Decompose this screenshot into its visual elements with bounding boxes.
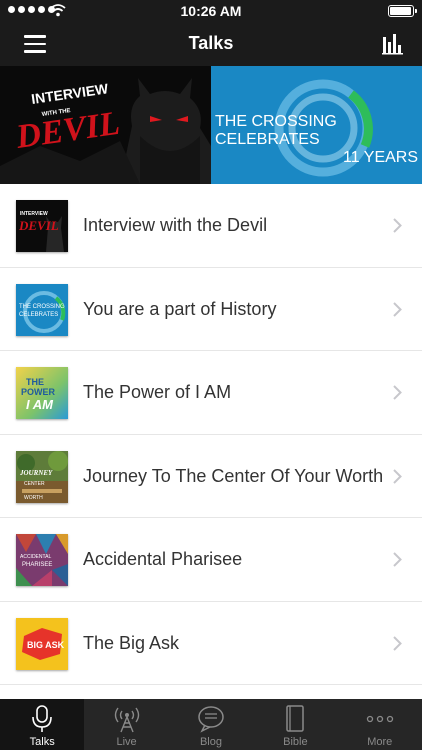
nav-bar: Talks (0, 22, 422, 66)
tab-bible[interactable]: Bible (253, 699, 337, 750)
tab-blog[interactable]: Blog (169, 699, 253, 750)
featured-banner[interactable]: INTERVIEW WITH THE DEVIL THE CROSSING CE… (0, 66, 422, 184)
svg-text:CENTER: CENTER (24, 481, 45, 487)
tab-bar: Talks Live Blog Bible More (0, 699, 422, 750)
tab-label: Bible (283, 736, 308, 748)
chevron-right-icon (393, 552, 402, 567)
svg-text:THE: THE (26, 377, 44, 387)
svg-text:THE CROSSING: THE CROSSING (19, 304, 65, 310)
tab-label: More (367, 736, 393, 748)
chevron-right-icon (393, 218, 402, 233)
talk-title: Accidental Pharisee (83, 549, 243, 569)
tab-more[interactable]: More (338, 699, 422, 750)
chevron-right-icon (393, 468, 402, 484)
svg-text:PHARISEE: PHARISEE (22, 562, 52, 568)
status-bar: 10:26 AM (0, 0, 422, 22)
broadcast-tower-icon (114, 707, 139, 733)
svg-text:THE CROSSING: THE CROSSING (215, 113, 337, 130)
talk-thumbnail: THE POWER I AM (16, 367, 68, 419)
list-item[interactable]: JOURNEY CENTER WORTH Journey To The Cent… (0, 434, 422, 518)
svg-text:I AM: I AM (26, 397, 54, 412)
svg-text:CELEBRATES: CELEBRATES (19, 312, 58, 318)
svg-text:INTERVIEW: INTERVIEW (20, 211, 48, 217)
talk-title: Journey To The Center Of Your Worth (83, 465, 384, 486)
talk-title: The Big Ask (83, 632, 180, 653)
tab-live[interactable]: Live (84, 699, 168, 750)
book-icon (286, 705, 305, 732)
crossing-artwork: THE CROSSING CELEBRATES 11 YEARS (211, 66, 422, 184)
svg-text:ACCIDENTAL: ACCIDENTAL (20, 554, 52, 560)
tab-label: Live (116, 736, 137, 748)
chevron-right-icon (393, 301, 402, 317)
tab-label: Talks (29, 736, 55, 748)
status-time: 10:26 AM (180, 3, 242, 19)
svg-text:CELEBRATES: CELEBRATES (215, 131, 320, 148)
svg-text:11 YEARS: 11 YEARS (343, 149, 418, 166)
devil-artwork: INTERVIEW WITH THE DEVIL (0, 66, 211, 184)
tab-talks[interactable]: Talks (0, 699, 85, 750)
chat-bubble-icon (198, 706, 224, 733)
list-item[interactable]: THE CROSSING CELEBRATES You are a part o… (0, 267, 422, 351)
talk-title: The Power of I AM (83, 382, 232, 402)
tab-label: Blog (199, 736, 222, 748)
battery-icon (388, 5, 417, 17)
svg-text:POWER: POWER (21, 387, 56, 397)
talk-thumbnail: THE CROSSING CELEBRATES (16, 283, 68, 336)
svg-text:WORTH: WORTH (24, 495, 43, 501)
talk-thumbnail: BIG ASK (16, 617, 68, 670)
svg-text:BIG ASK: BIG ASK (27, 640, 65, 650)
svg-text:DEVIL: DEVIL (18, 218, 59, 233)
microphone-icon (32, 705, 52, 732)
page-title: Talks (188, 33, 234, 53)
talk-title: You are a part of History (83, 298, 277, 319)
banner-crossing-celebrates[interactable]: THE CROSSING CELEBRATES 11 YEARS (211, 66, 422, 184)
list-item[interactable]: ACCIDENTAL PHARISEE Accidental Pharisee (0, 518, 422, 602)
bar-chart-icon[interactable] (382, 33, 404, 55)
list-item[interactable]: INTERVIEW DEVIL Interview with the Devil (0, 184, 422, 268)
talk-thumbnail: INTERVIEW DEVIL (16, 200, 68, 252)
banner-interview-with-the-devil[interactable]: INTERVIEW WITH THE DEVIL (0, 66, 211, 184)
chevron-right-icon (393, 385, 402, 400)
list-item[interactable]: BIG ASK The Big Ask (0, 601, 422, 685)
svg-text:JOURNEY: JOURNEY (19, 469, 53, 477)
talk-thumbnail: ACCIDENTAL PHARISEE (16, 534, 68, 586)
talk-title: Interview with the Devil (83, 215, 268, 235)
list-item[interactable]: THE POWER I AM The Power of I AM (0, 351, 422, 435)
talks-list: INTERVIEW DEVIL Interview with the Devil… (0, 184, 422, 685)
more-dots-icon (366, 715, 393, 723)
chevron-right-icon (393, 635, 402, 651)
talk-thumbnail: JOURNEY CENTER WORTH (16, 450, 68, 503)
